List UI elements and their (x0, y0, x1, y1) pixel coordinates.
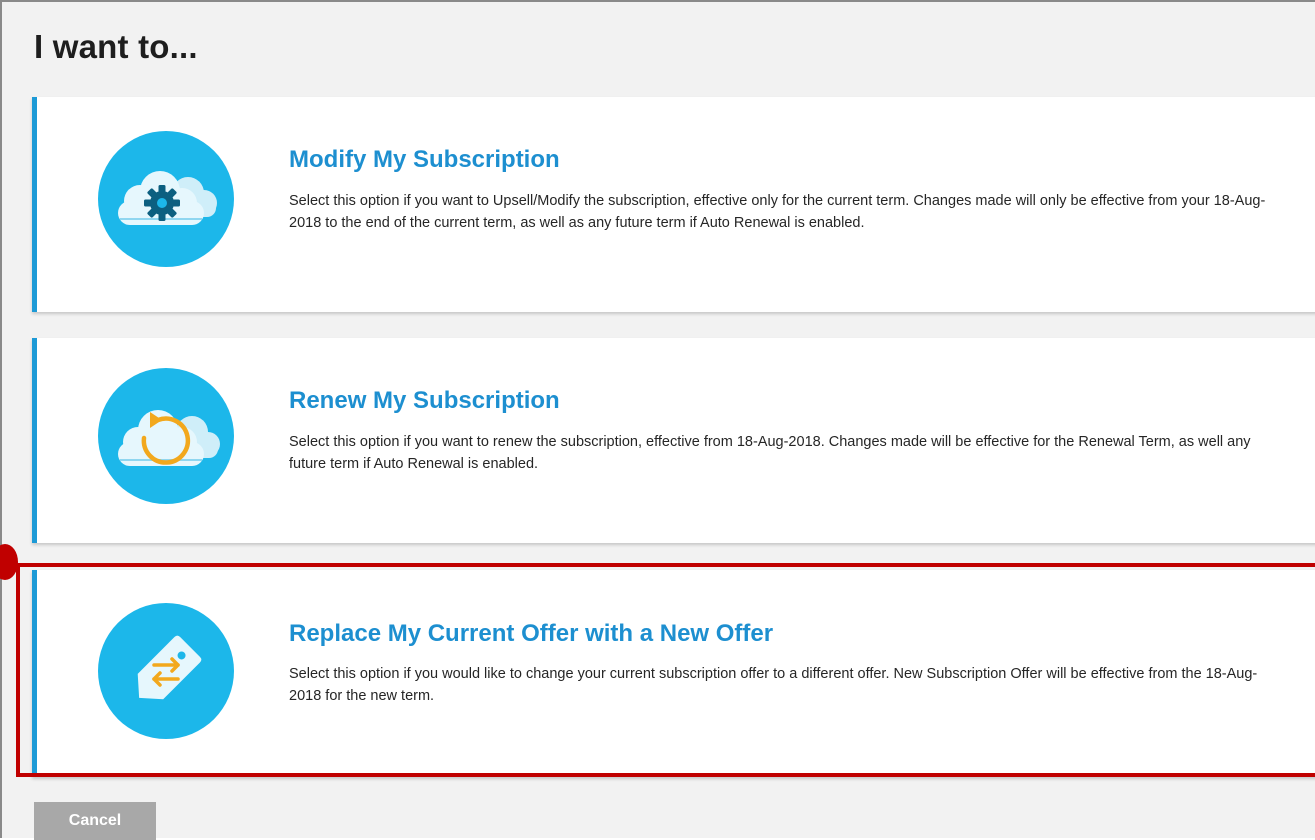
option-title[interactable]: Replace My Current Offer with a New Offe… (289, 620, 773, 648)
option-title[interactable]: Modify My Subscription (289, 146, 560, 174)
option-card-modify-subscription[interactable]: Modify My Subscription Select this optio… (32, 97, 1315, 312)
tag-swap-icon (98, 603, 234, 739)
cloud-gear-icon (98, 131, 234, 267)
option-card-replace-offer[interactable]: Replace My Current Offer with a New Offe… (32, 570, 1315, 777)
cancel-button[interactable]: Cancel (34, 802, 156, 840)
cloud-renew-icon (98, 368, 234, 504)
option-panel: I want to... Modify My Subscription Sele… (0, 0, 1315, 840)
option-description: Select this option if you would like to … (289, 666, 1258, 704)
option-description: Select this option if you want to Upsell… (289, 193, 1266, 231)
option-description: Select this option if you want to renew … (289, 434, 1251, 472)
page-title: I want to... (34, 28, 198, 65)
highlight-marker (0, 544, 18, 580)
option-card-renew-subscription[interactable]: Renew My Subscription Select this option… (32, 338, 1315, 543)
option-title[interactable]: Renew My Subscription (289, 387, 560, 415)
